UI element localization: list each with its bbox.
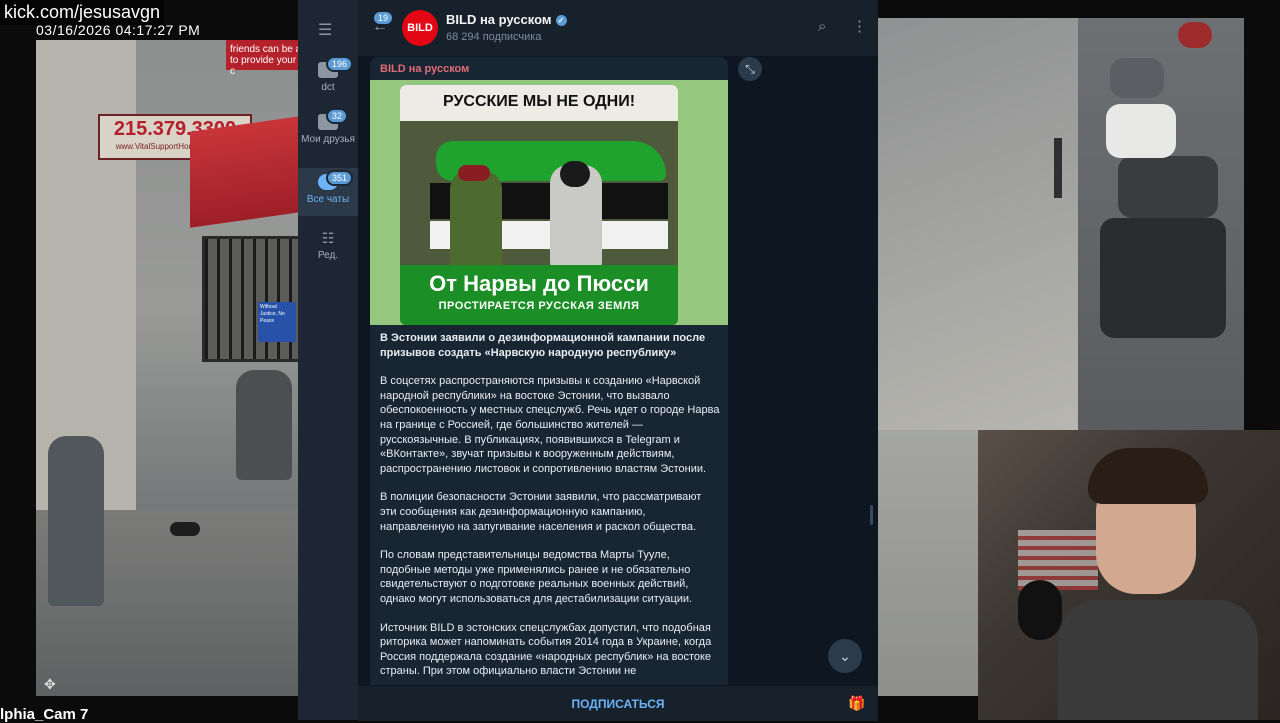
kick-url: kick.com/jesusavgn (0, 0, 165, 25)
black-bag (170, 522, 200, 536)
top-banner-text-2: to provide your c (230, 55, 297, 77)
sidewalk-lower (878, 430, 978, 696)
post-paragraph: В полиции безопасности Эстонии заявили, … (380, 491, 702, 533)
subscriber-count: 68 294 подписчика (446, 31, 542, 43)
streamer-webcam (978, 430, 1280, 720)
sidewalk-right (878, 18, 1078, 430)
menu-icon[interactable]: ☰ (318, 20, 336, 40)
channel-avatar[interactable]: BILD (402, 10, 438, 46)
folder-all-chats[interactable]: 351 Все чаты (298, 168, 358, 216)
post-author[interactable]: BILD на русском (380, 63, 469, 75)
post-paragraph: По словам представительницы ведомства Ма… (380, 549, 693, 605)
channel-name-row[interactable]: BILD на русском ✓ (446, 12, 567, 27)
folder-label: Ред. (317, 250, 339, 261)
poster-bottom-subline: ПРОСТИРАЕТСЯ РУССКАЯ ЗЕМЛЯ (438, 300, 640, 312)
barred-window (202, 236, 298, 362)
camera-label: lphia_Cam 7 (0, 706, 89, 723)
crosshair-icon: ✥ (44, 676, 56, 692)
search-icon[interactable]: ⌕ (818, 18, 826, 35)
balaclava (560, 161, 590, 187)
folder-badge: 196 (326, 56, 354, 72)
folder-edit[interactable]: ☷ Ред. (298, 230, 358, 266)
parked-car-gray (1118, 156, 1218, 218)
streamer-shirt (1058, 600, 1258, 720)
chat-header: ← 19 BILD BILD на русском ✓ 68 294 подпис… (358, 0, 878, 57)
sliders-icon: ☷ (321, 230, 335, 246)
subscribe-button[interactable]: ПОДПИСАТЬСЯ (358, 686, 878, 721)
folder-dct[interactable]: 196 dct (298, 56, 358, 108)
folder-badge: 32 (326, 108, 349, 124)
folder-friends[interactable]: 32 Мои друзья (298, 108, 358, 166)
left-camera-feed: friends can be a to provide your c 215.3… (36, 40, 298, 696)
red-awning (190, 116, 298, 228)
folder-label: dct (321, 82, 335, 93)
scrollbar[interactable] (870, 505, 873, 525)
folder-label: Мои друзья (301, 134, 355, 145)
poster-bottom-headline: От Нарвы до Пюсси (429, 271, 649, 296)
folder-label: Все чаты (306, 194, 350, 205)
blue-sign: Without Justice, No Peace (258, 302, 296, 342)
post-paragraph: Источник BILD в эстонских спецслужбах до… (380, 621, 712, 678)
folder-badge: 351 (326, 170, 354, 186)
top-banner-text-1: friends can be a (230, 44, 298, 55)
chat-area: BILD на русском РУССКИЕ МЫ НЕ ОДНИ! От Н… (358, 57, 878, 685)
more-vertical-icon[interactable]: ⋮ (852, 17, 867, 35)
parked-car-far (1110, 58, 1164, 98)
back-badge: 19 (374, 12, 393, 24)
parked-car-white (1106, 104, 1176, 158)
streamer-hair (1088, 448, 1208, 504)
walking-person (48, 436, 104, 606)
right-camera-feed (878, 18, 1244, 430)
parked-car-black (1100, 218, 1226, 338)
verified-icon: ✓ (555, 15, 567, 26)
moving-car-red (1178, 22, 1212, 48)
top-banner: friends can be a to provide your c (226, 40, 298, 77)
channel-post: BILD на русском РУССКИЕ МЫ НЕ ОДНИ! От Н… (370, 57, 728, 685)
post-title: В Эстонии заявили о дезинформационной ка… (380, 332, 706, 359)
propaganda-poster: РУССКИЕ МЫ НЕ ОДНИ! От Нарвы до Пюсси ПР… (400, 85, 678, 325)
poster-top-text: РУССКИЕ МЫ НЕ ОДНИ! (442, 93, 636, 110)
sitting-person (236, 370, 292, 480)
gift-icon[interactable]: 🎁 (848, 695, 865, 712)
post-paragraph: В соцсетях распространяются призывы к со… (380, 375, 720, 475)
soldier-beret (450, 171, 502, 267)
post-image[interactable]: РУССКИЕ МЫ НЕ ОДНИ! От Нарвы до Пюсси ПР… (370, 80, 728, 325)
channel-name: BILD на русском (446, 12, 552, 27)
microphone (1018, 580, 1062, 640)
red-beret (458, 165, 490, 181)
folder-rail: ☰ 196 dct 32 Мои друзья 351 Все чаты ☷ Р… (298, 0, 358, 720)
parking-meter (1054, 138, 1062, 198)
telegram-window: ☰ 196 dct 32 Мои друзья 351 Все чаты ☷ Р… (298, 0, 878, 721)
collapse-icon[interactable]: ⤡ (738, 57, 762, 81)
post-text: В Эстонии заявили о дезинформационной ка… (380, 331, 720, 685)
chat-footer: ПОДПИСАТЬСЯ 🎁 (358, 685, 878, 721)
chevron-down-icon[interactable]: ⌄ (828, 639, 862, 673)
